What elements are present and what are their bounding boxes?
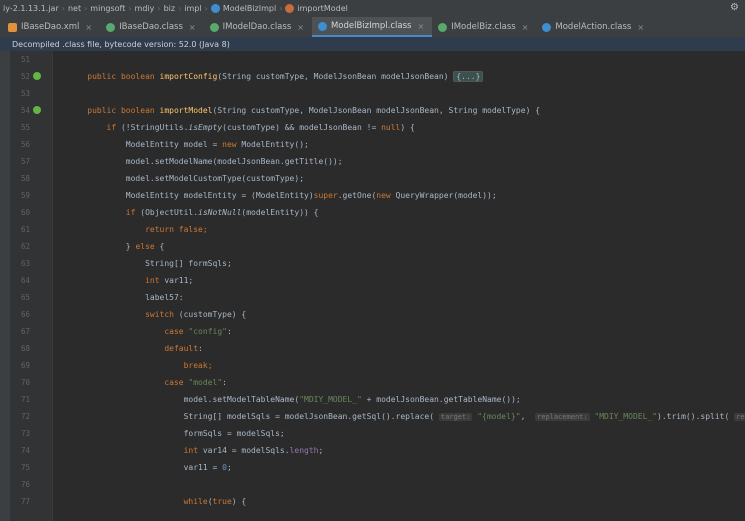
interface-icon bbox=[438, 22, 448, 32]
code-line: 75 var11 = 0; bbox=[0, 459, 745, 476]
code-text: int var11; bbox=[68, 276, 194, 285]
code-text: formSqls = modelSqls; bbox=[68, 429, 285, 438]
breadcrumb-package-mingsoft[interactable]: mingsoft bbox=[87, 4, 128, 13]
code-text: label57: bbox=[68, 293, 184, 302]
code-text: model.setModelName(modelJsonBean.getTitl… bbox=[68, 157, 343, 166]
breadcrumb-package-net[interactable]: net bbox=[65, 4, 84, 13]
breadcrumb-class[interactable]: ModelBizImpl bbox=[208, 4, 279, 13]
code-text: if (!StringUtils.isEmpty(customType) && … bbox=[68, 123, 415, 132]
code-line: 77 while(true) { bbox=[0, 493, 745, 510]
tab-ibasedao-class[interactable]: IBaseDao.class × bbox=[100, 17, 204, 37]
breadcrumb-package-impl[interactable]: impl bbox=[181, 4, 204, 13]
folded-code-region[interactable]: {...} bbox=[453, 71, 484, 82]
parameter-hint: regex: bbox=[734, 413, 745, 421]
method-icon bbox=[285, 4, 295, 13]
code-text: switch (customType) { bbox=[68, 310, 247, 319]
code-text: if (ObjectUtil.isNotNull(modelEntity)) { bbox=[68, 208, 319, 217]
settings-icon[interactable]: ⚙ bbox=[730, 2, 739, 13]
editor-tabs: IBaseDao.xml × IBaseDao.class × IModelDao.… bbox=[0, 17, 745, 38]
code-line: 54 public boolean importModel(String cus… bbox=[0, 102, 745, 119]
code-text: model.setModelTableName("MDIY_MODEL_" + … bbox=[68, 395, 521, 404]
code-line: 70 case "model": bbox=[0, 374, 745, 391]
close-icon[interactable]: × bbox=[522, 23, 529, 32]
code-line: 69 break; bbox=[0, 357, 745, 374]
code-line: 73 formSqls = modelSqls; bbox=[0, 425, 745, 442]
class-icon bbox=[542, 22, 552, 32]
class-icon bbox=[210, 4, 220, 13]
code-text: case "config": bbox=[68, 327, 232, 336]
code-text: while(true) { bbox=[68, 497, 247, 506]
code-line: 59 ModelEntity modelEntity = (ModelEntit… bbox=[0, 187, 745, 204]
code-text: String[] modelSqls = modelJsonBean.getSq… bbox=[68, 408, 745, 426]
code-text: public boolean importConfig(String custo… bbox=[68, 68, 484, 85]
code-line: 60 if (ObjectUtil.isNotNull(modelEntity)… bbox=[0, 204, 745, 221]
code-text: String[] formSqls; bbox=[68, 259, 232, 268]
tab-modelbizimpl-class[interactable]: ModelBizImpl.class × bbox=[311, 17, 433, 37]
code-line: 68 default: bbox=[0, 340, 745, 357]
close-icon[interactable]: × bbox=[417, 22, 424, 31]
class-icon bbox=[317, 21, 327, 31]
code-line: 72 String[] modelSqls = modelJsonBean.ge… bbox=[0, 408, 745, 425]
xml-file-icon bbox=[8, 22, 17, 32]
code-line: 62 } else { bbox=[0, 238, 745, 255]
code-text: break; bbox=[68, 361, 213, 370]
code-text: case "model": bbox=[68, 378, 227, 387]
interface-icon bbox=[209, 22, 219, 32]
code-text: public boolean importModel(String custom… bbox=[68, 106, 541, 115]
code-text: var11 = 0; bbox=[68, 463, 232, 472]
close-icon[interactable]: × bbox=[189, 23, 196, 32]
code-line: 52 public boolean importConfig(String cu… bbox=[0, 68, 745, 85]
close-icon[interactable]: × bbox=[85, 23, 92, 32]
override-icon[interactable] bbox=[33, 106, 41, 114]
code-line: 55 if (!StringUtils.isEmpty(customType) … bbox=[0, 119, 745, 136]
breadcrumb-package-biz[interactable]: biz bbox=[161, 4, 179, 13]
breadcrumb-package-mdiy[interactable]: mdiy bbox=[132, 4, 158, 13]
code-line: 63 String[] formSqls; bbox=[0, 255, 745, 272]
breadcrumb: iy-2.1.13.1.jar › net › mingsoft › mdiy … bbox=[0, 0, 745, 17]
code-line: 51 bbox=[20, 55, 30, 64]
code-line: 76 bbox=[20, 480, 30, 489]
code-text: } else { bbox=[68, 242, 165, 251]
code-text: ModelEntity model = new ModelEntity(); bbox=[68, 140, 309, 149]
breadcrumb-jar[interactable]: iy-2.1.13.1.jar bbox=[0, 4, 62, 13]
code-line: 74 int var14 = modelSqls.length; bbox=[0, 442, 745, 459]
tab-modelaction-class[interactable]: ModelAction.class × bbox=[536, 17, 652, 37]
code-line: 66 switch (customType) { bbox=[0, 306, 745, 323]
code-line: 64 int var11; bbox=[0, 272, 745, 289]
interface-icon bbox=[106, 22, 116, 32]
code-editor[interactable]: 51 52 public boolean importConfig(String… bbox=[0, 51, 745, 521]
close-icon[interactable]: × bbox=[297, 23, 304, 32]
code-line: 67 case "config": bbox=[0, 323, 745, 340]
code-line: 53 bbox=[20, 89, 30, 98]
code-line: 65 label57: bbox=[0, 289, 745, 306]
breadcrumb-method[interactable]: importModel bbox=[282, 4, 350, 13]
code-text: return false; bbox=[68, 225, 208, 234]
code-line: 61 return false; bbox=[0, 221, 745, 238]
close-icon[interactable]: × bbox=[637, 23, 644, 32]
code-text: ModelEntity modelEntity = (ModelEntity)s… bbox=[68, 191, 497, 200]
override-icon[interactable] bbox=[33, 72, 41, 80]
tab-imodelbiz-class[interactable]: IModelBiz.class × bbox=[432, 17, 536, 37]
code-line: 57 model.setModelName(modelJsonBean.getT… bbox=[0, 153, 745, 170]
tab-imodeldao-class[interactable]: IModelDao.class × bbox=[204, 17, 312, 37]
code-text: int var14 = modelSqls.length; bbox=[68, 446, 324, 455]
tab-ibasedao-xml[interactable]: IBaseDao.xml × bbox=[0, 17, 100, 37]
parameter-hint: target: bbox=[438, 413, 473, 421]
code-line: 56 ModelEntity model = new ModelEntity()… bbox=[0, 136, 745, 153]
code-text: default: bbox=[68, 344, 203, 353]
code-text: model.setModelCustomType(customType); bbox=[68, 174, 305, 183]
code-line: 71 model.setModelTableName("MDIY_MODEL_"… bbox=[0, 391, 745, 408]
parameter-hint: replacement: bbox=[535, 413, 590, 421]
code-line: 58 model.setModelCustomType(customType); bbox=[0, 170, 745, 187]
decompiled-notice: Decompiled .class file, bytecode version… bbox=[0, 37, 745, 51]
